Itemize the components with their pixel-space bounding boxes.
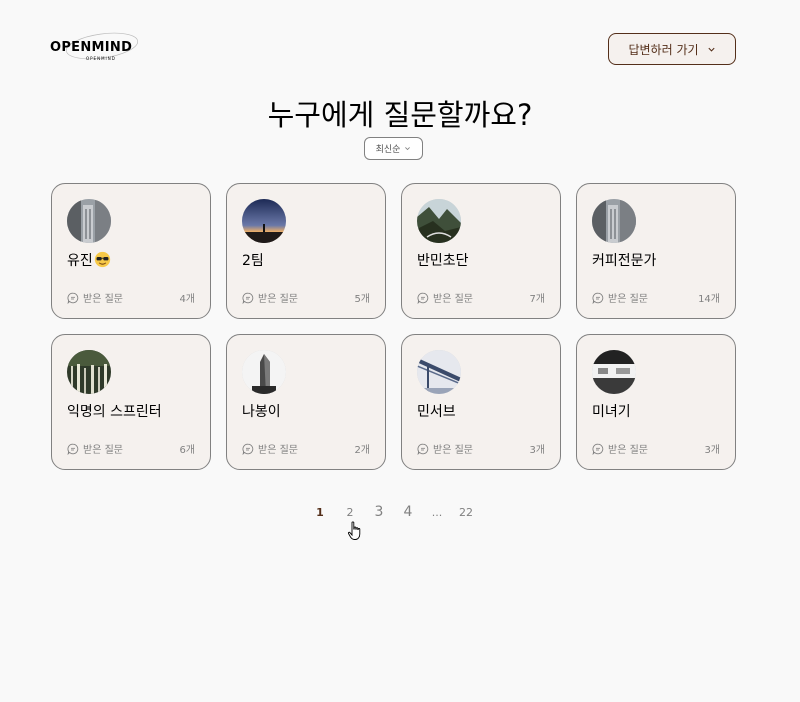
page-ellipsis: ...: [431, 506, 443, 519]
subject-card[interactable]: 나봉이 받은 질문 2개: [226, 334, 386, 470]
avatar: [242, 199, 286, 243]
question-label: 받은 질문: [608, 294, 648, 305]
subject-card[interactable]: 2팀 받은 질문 5개: [226, 183, 386, 319]
question-label: 받은 질문: [83, 445, 123, 456]
building-icon: [67, 199, 111, 243]
subject-card[interactable]: 커피전문가 받은 질문 14개: [576, 183, 736, 319]
page-3[interactable]: 3: [375, 504, 384, 520]
sunglasses-emoji-icon: [94, 251, 110, 268]
message-icon: [417, 292, 429, 304]
subject-card[interactable]: 유진 받은 질문 4개: [51, 183, 211, 319]
page-2[interactable]: 2: [347, 506, 354, 519]
card-name: 반민초단: [417, 253, 469, 269]
page-1[interactable]: 1: [316, 506, 324, 519]
card-footer: 받은 질문 3개: [417, 441, 545, 456]
card-name: 익명의 스프린터: [67, 404, 162, 420]
sunset-icon: [242, 199, 286, 243]
question-label: 받은 질문: [608, 445, 648, 456]
card-footer: 받은 질문 4개: [67, 290, 195, 305]
question-count: 3개: [704, 445, 720, 456]
sort-label: 최신순: [375, 145, 401, 155]
card-name: 커피전문가: [592, 253, 657, 269]
subject-card[interactable]: 미녀기 받은 질문 3개: [576, 334, 736, 470]
bridge-icon: [417, 350, 461, 394]
subject-card[interactable]: 민서브 받은 질문 3개: [401, 334, 561, 470]
question-count: 2개: [354, 445, 370, 456]
card-footer: 받은 질문 3개: [592, 441, 720, 456]
chevron-down-icon: [405, 147, 411, 151]
subject-card[interactable]: 반민초단 받은 질문 7개: [401, 183, 561, 319]
question-count: 6개: [179, 445, 195, 456]
logo-text: OPENMIND: [50, 40, 132, 55]
message-icon: [592, 443, 604, 455]
question-label: 받은 질문: [433, 294, 473, 305]
building-icon: [592, 199, 636, 243]
subject-card[interactable]: 익명의 스프린터 받은 질문 6개: [51, 334, 211, 470]
card-footer: 받은 질문 6개: [67, 441, 195, 456]
card-footer: 받은 질문 5개: [242, 290, 370, 305]
message-icon: [242, 292, 254, 304]
message-icon: [592, 292, 604, 304]
card-footer: 받은 질문 2개: [242, 441, 370, 456]
message-icon: [242, 443, 254, 455]
avatar: [592, 350, 636, 394]
card-name: 민서브: [417, 404, 456, 420]
page-4[interactable]: 4: [404, 504, 413, 520]
mountain-icon: [417, 199, 461, 243]
question-label: 받은 질문: [83, 294, 123, 305]
flatiron-icon: [242, 350, 286, 394]
chevron-down-icon: [707, 47, 715, 52]
avatar: [67, 350, 111, 394]
page-title: 누구에게 질문할까요?: [267, 98, 533, 132]
card-footer: 받은 질문 7개: [417, 290, 545, 305]
go-answer-label: 답변하러 가기: [628, 42, 699, 57]
message-icon: [67, 292, 79, 304]
card-name: 미녀기: [592, 404, 631, 420]
message-icon: [67, 443, 79, 455]
openmind-logo[interactable]: OPENMIND OPENMIND: [50, 28, 160, 68]
avatar: [242, 350, 286, 394]
avatar: [417, 350, 461, 394]
avatar: [592, 199, 636, 243]
question-count: 4개: [179, 294, 195, 305]
question-count: 14개: [698, 294, 720, 305]
go-answer-button[interactable]: 답변하러 가기: [608, 33, 736, 65]
avatar: [417, 199, 461, 243]
street-icon: [592, 350, 636, 394]
question-count: 5개: [354, 294, 370, 305]
sort-dropdown[interactable]: 최신순: [364, 137, 423, 160]
question-label: 받은 질문: [258, 445, 298, 456]
card-name: 2팀: [242, 253, 264, 269]
card-name: 나봉이: [242, 404, 281, 420]
question-label: 받은 질문: [258, 294, 298, 305]
card-footer: 받은 질문 14개: [592, 290, 720, 305]
subject-card-grid: 유진 받은 질문 4개 2팀 받은 질문 5개 반민초단 받은 질문 7개 커피…: [51, 183, 736, 470]
page-22[interactable]: 22: [459, 506, 473, 519]
forest-icon: [67, 350, 111, 394]
question-count: 3개: [529, 445, 545, 456]
hand-cursor-icon: [347, 521, 361, 540]
message-icon: [417, 443, 429, 455]
question-count: 7개: [529, 294, 545, 305]
avatar: [67, 199, 111, 243]
logo-subtext: OPENMIND: [86, 56, 116, 61]
question-label: 받은 질문: [433, 445, 473, 456]
pagination: 1 2 3 4 ... 22: [0, 504, 800, 526]
card-name: 유진: [67, 250, 111, 270]
